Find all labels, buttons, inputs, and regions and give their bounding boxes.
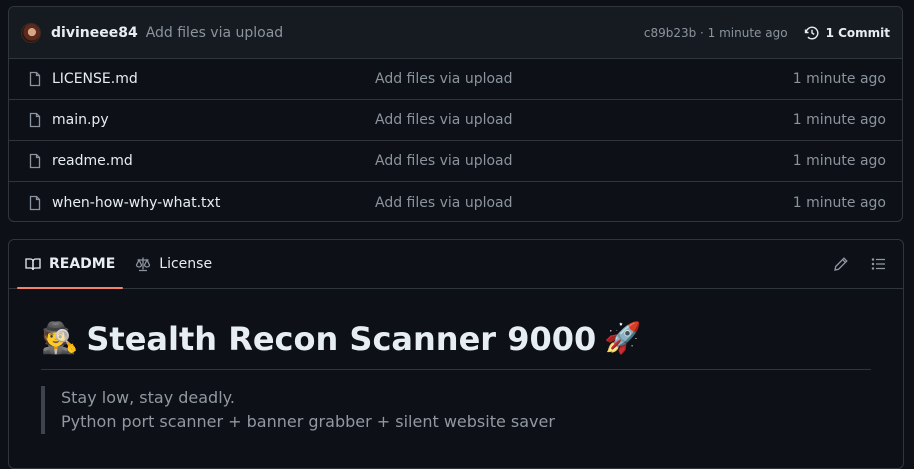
readme-tools xyxy=(811,240,887,288)
file-time: 1 minute ago xyxy=(792,153,886,169)
scale-icon xyxy=(136,257,151,272)
readme-content: 🕵️ Stealth Recon Scanner 9000 🚀 Stay low… xyxy=(9,289,903,434)
readme-tabs: README License xyxy=(9,240,903,289)
list-icon xyxy=(871,258,885,270)
book-icon xyxy=(25,258,41,271)
file-name[interactable]: readme.md xyxy=(52,153,375,169)
tab-license-label: License xyxy=(159,256,213,272)
readme-heading: 🕵️ Stealth Recon Scanner 9000 🚀 xyxy=(41,319,871,370)
commit-message[interactable]: Add files via upload xyxy=(146,25,284,41)
readme-quote: Stay low, stay deadly. Python port scann… xyxy=(41,386,871,434)
quote-line: Stay low, stay deadly. xyxy=(61,388,235,407)
file-icon xyxy=(27,153,43,169)
latest-commit-bar: divineee84 Add files via upload c89b23b … xyxy=(9,7,902,59)
commit-author[interactable]: divineee84 xyxy=(51,25,138,41)
file-time: 1 minute ago xyxy=(792,112,886,128)
outline-button[interactable] xyxy=(871,256,887,272)
readme-heading-text: Stealth Recon Scanner 9000 xyxy=(86,320,597,358)
file-name[interactable]: main.py xyxy=(52,112,375,128)
quote-line: Python port scanner + banner grabber + s… xyxy=(61,412,555,431)
file-row[interactable]: readme.md Add files via upload 1 minute … xyxy=(9,141,902,182)
file-commit-message[interactable]: Add files via upload xyxy=(375,153,793,169)
file-icon xyxy=(27,195,43,211)
tab-license[interactable]: License xyxy=(127,240,220,288)
file-row[interactable]: when-how-why-what.txt Add files via uplo… xyxy=(9,182,902,221)
commit-count-label: 1 Commit xyxy=(825,25,890,40)
file-commit-message[interactable]: Add files via upload xyxy=(375,112,793,128)
avatar[interactable] xyxy=(21,22,41,43)
file-name[interactable]: when-how-why-what.txt xyxy=(52,195,375,211)
tab-readme[interactable]: README xyxy=(17,240,124,289)
file-icon xyxy=(27,71,43,87)
file-icon xyxy=(27,112,43,128)
file-row[interactable]: main.py Add files via upload 1 minute ag… xyxy=(9,100,902,141)
file-browser: divineee84 Add files via upload c89b23b … xyxy=(8,6,903,222)
detective-emoji: 🕵️ xyxy=(41,321,79,356)
commit-count-link[interactable]: 1 Commit xyxy=(804,25,890,41)
file-time: 1 minute ago xyxy=(792,194,886,211)
file-commit-message[interactable]: Add files via upload xyxy=(375,71,793,87)
file-row[interactable]: LICENSE.md Add files via upload 1 minute… xyxy=(9,59,902,100)
file-name[interactable]: LICENSE.md xyxy=(52,71,375,87)
commit-meta[interactable]: c89b23b · 1 minute ago xyxy=(644,26,788,40)
readme-panel: README License 🕵️ Stealth Recon Scanner … xyxy=(8,239,904,469)
edit-button[interactable] xyxy=(833,256,849,272)
file-commit-message[interactable]: Add files via upload xyxy=(375,195,793,211)
rocket-emoji: 🚀 xyxy=(604,321,642,356)
history-icon xyxy=(804,26,819,39)
file-time: 1 minute ago xyxy=(792,71,886,87)
pencil-icon xyxy=(834,257,848,271)
tab-readme-label: README xyxy=(49,256,116,272)
